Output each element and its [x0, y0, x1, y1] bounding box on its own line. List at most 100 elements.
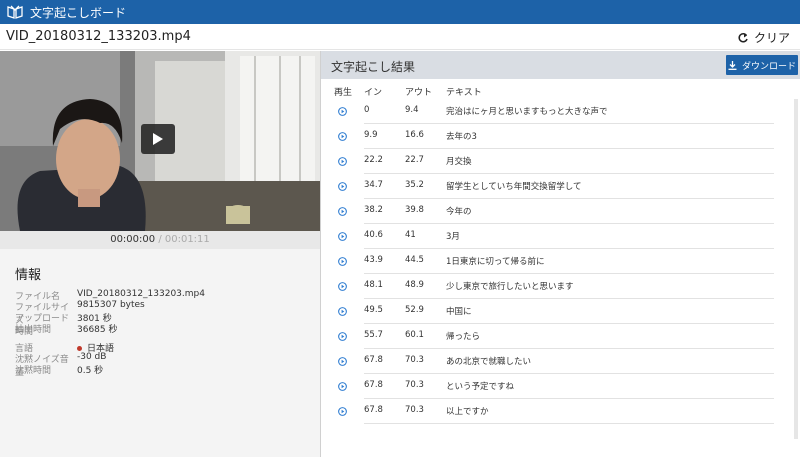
- row-play-icon[interactable]: [338, 357, 347, 366]
- table-row: 34.7 35.2 留学生としていち年間交換留学して: [321, 174, 800, 199]
- row-in-time: 67.8: [364, 380, 383, 390]
- row-text: 中国に: [446, 307, 472, 317]
- language-dot-icon: [77, 346, 82, 351]
- row-play-icon[interactable]: [338, 257, 347, 266]
- row-in-time: 40.6: [364, 230, 383, 240]
- table-row: 9.9 16.6 去年の3: [321, 124, 800, 149]
- table-row: 38.2 39.8 今年の: [321, 199, 800, 224]
- row-play-icon[interactable]: [338, 132, 347, 141]
- row-out-time: 41: [405, 230, 416, 240]
- row-play-icon[interactable]: [338, 157, 347, 166]
- row-play-icon[interactable]: [338, 232, 347, 241]
- row-play-icon[interactable]: [338, 382, 347, 391]
- column-header-in: イン: [364, 88, 383, 98]
- row-in-time: 43.9: [364, 255, 383, 265]
- row-divider: [364, 423, 774, 424]
- row-out-time: 35.2: [405, 180, 424, 190]
- table-row: 67.8 70.3 以上ですか: [321, 399, 800, 424]
- results-pane: 文字起こし結果 ダウンロード 再生 イン アウト テキスト 0 9.4 完治はにヶ月…: [320, 51, 800, 457]
- row-in-time: 67.8: [364, 355, 383, 365]
- row-play-icon[interactable]: [338, 207, 347, 216]
- row-in-time: 67.8: [364, 405, 383, 415]
- row-play-icon[interactable]: [338, 307, 347, 316]
- row-text: 今年の: [446, 207, 472, 217]
- row-out-time: 70.3: [405, 380, 424, 390]
- download-button[interactable]: ダウンロード: [726, 55, 798, 75]
- table-row: 40.6 41 3月: [321, 224, 800, 249]
- table-row: 67.8 70.3 という予定ですね: [321, 374, 800, 399]
- row-out-time: 70.3: [405, 355, 424, 365]
- download-label: ダウンロード: [741, 61, 796, 72]
- column-header-out: アウト: [405, 88, 433, 98]
- results-title: 文字起こし結果: [331, 60, 416, 74]
- play-icon: [153, 133, 163, 145]
- row-text: 1日東京に切って帰る前に: [446, 257, 545, 267]
- row-out-time: 52.9: [405, 305, 424, 315]
- current-time: 00:00:00: [110, 234, 156, 245]
- row-out-time: 60.1: [405, 330, 424, 340]
- row-out-time: 44.5: [405, 255, 424, 265]
- row-out-time: 22.7: [405, 155, 424, 165]
- scrollbar[interactable]: [794, 99, 798, 439]
- column-header-text: テキスト: [446, 88, 482, 98]
- clear-label: クリア: [753, 31, 790, 45]
- total-time: / 00:01:11: [158, 234, 210, 245]
- row-play-icon[interactable]: [338, 282, 347, 291]
- video-player[interactable]: [0, 51, 320, 231]
- download-icon: [728, 60, 737, 70]
- row-play-icon[interactable]: [338, 407, 347, 416]
- row-text: という予定ですね: [446, 382, 515, 392]
- row-in-time: 38.2: [364, 205, 383, 215]
- column-header-play: 再生: [334, 88, 353, 98]
- row-in-time: 22.2: [364, 155, 383, 165]
- table-row: 22.2 22.7 月交換: [321, 149, 800, 174]
- row-out-time: 16.6: [405, 130, 424, 140]
- clear-button[interactable]: クリア: [737, 29, 790, 46]
- row-out-time: 70.3: [405, 405, 424, 415]
- row-play-icon[interactable]: [338, 182, 347, 191]
- app-title: 文字起こしボード: [30, 5, 127, 20]
- row-out-time: 48.9: [405, 280, 424, 290]
- file-name: VID_20180312_133203.mp4: [6, 29, 191, 44]
- info-key: 抽出時間: [15, 325, 52, 335]
- row-text: 留学生としていち年間交換留学して: [446, 182, 582, 192]
- row-text: 以上ですか: [446, 407, 489, 417]
- row-play-icon[interactable]: [338, 107, 347, 116]
- row-in-time: 0: [364, 105, 370, 115]
- row-out-time: 9.4: [405, 105, 419, 115]
- table-row: 48.1 48.9 少し東京で旅行したいと思います: [321, 274, 800, 299]
- table-row: 55.7 60.1 帰ったら: [321, 324, 800, 349]
- info-row-extract-time: 抽出時間 36685 秒: [15, 322, 118, 335]
- row-text: あの北京で就職したい: [446, 357, 532, 367]
- row-text: 3月: [446, 232, 460, 242]
- row-in-time: 48.1: [364, 280, 383, 290]
- row-in-time: 34.7: [364, 180, 383, 190]
- play-button[interactable]: [141, 124, 175, 154]
- info-value: 36685 秒: [77, 325, 118, 335]
- file-header: VID_20180312_133203.mp4 クリア: [0, 24, 800, 50]
- table-row: 43.9 44.5 1日東京に切って帰る前に: [321, 249, 800, 274]
- time-bar: 00:00:00 / 00:01:11: [0, 231, 320, 249]
- row-text: 少し東京で旅行したいと思います: [446, 282, 574, 292]
- info-key: 沈黙時間: [15, 366, 52, 376]
- info-panel: 情報 ファイル名 VID_20180312_133203.mp4 ファイルサイズ…: [0, 249, 320, 457]
- table-row: 67.8 70.3 あの北京で就職したい: [321, 349, 800, 374]
- row-play-icon[interactable]: [338, 332, 347, 341]
- left-pane: 00:00:00 / 00:01:11 情報 ファイル名 VID_2018031…: [0, 51, 320, 457]
- refresh-icon: [737, 32, 749, 44]
- info-value: 0.5 秒: [77, 366, 104, 376]
- app-header: 文字起こしボード: [0, 0, 800, 24]
- table-row: 49.5 52.9 中国に: [321, 299, 800, 324]
- row-in-time: 55.7: [364, 330, 383, 340]
- row-in-time: 49.5: [364, 305, 383, 315]
- row-text: 完治はにヶ月と思いますもっと大きな声で: [446, 107, 608, 117]
- row-text: 帰ったら: [446, 332, 481, 342]
- results-header: 文字起こし結果 ダウンロード: [321, 51, 800, 79]
- row-text: 去年の3: [446, 132, 477, 142]
- row-out-time: 39.8: [405, 205, 424, 215]
- row-in-time: 9.9: [364, 130, 378, 140]
- row-text: 月交換: [446, 157, 472, 167]
- book-icon: [6, 3, 24, 21]
- table-row: 0 9.4 完治はにヶ月と思いますもっと大きな声で: [321, 99, 800, 124]
- info-title: 情報: [15, 268, 42, 283]
